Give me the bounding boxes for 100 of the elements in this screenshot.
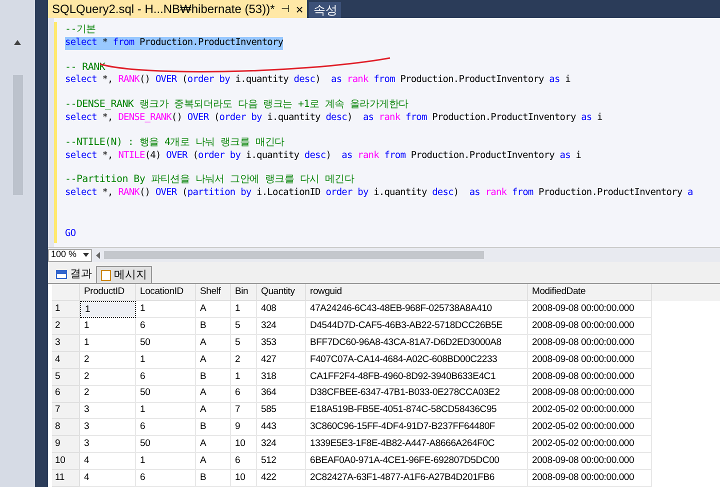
row-header[interactable]: 9	[52, 436, 80, 454]
table-cell: BFF7DC60-96A8-43CA-81A7-D6D2ED3000A8	[306, 334, 528, 352]
table-cell: 422	[257, 470, 306, 487]
code-line: select *, RANK() OVER (partition by i.LocationID order by i.quantity desc) as rank from Production.ProductInventory a	[65, 187, 693, 200]
table-cell: 1	[80, 301, 136, 318]
table-cell: B	[196, 318, 231, 335]
table-cell: 2002-05-02 00:00:00.000	[528, 402, 652, 420]
table-cell: A	[196, 402, 231, 420]
table-cell: E18A519B-FB5E-4051-874C-58CD58436C95	[306, 402, 528, 420]
table-cell: A	[196, 436, 231, 454]
scroll-up-icon[interactable]	[14, 40, 21, 45]
table-cell: 2	[231, 352, 257, 369]
code-line: --DENSE_RANK 랭크가 중복되더라도 다음 랭크는 +1로 계속 올라가게한다	[65, 99, 408, 112]
table-cell: B	[196, 470, 231, 487]
table-cell: 1	[80, 334, 136, 352]
table-cell: 3	[80, 436, 136, 454]
table-cell: 1	[136, 402, 196, 420]
table-cell: 318	[257, 368, 306, 386]
code-line: select *, NTILE(4) OVER (order by i.quantity desc) as rank from Production.ProductInventory as i	[65, 150, 582, 162]
table-cell: 2008-09-08 00:00:00.000	[528, 453, 652, 470]
scroll-left-icon[interactable]	[96, 252, 100, 259]
table-cell: 9	[231, 419, 257, 436]
row-header[interactable]: 10	[52, 453, 80, 470]
table-cell: 408	[257, 301, 306, 318]
table-cell: 1	[80, 318, 136, 335]
close-icon[interactable]: ×	[296, 2, 304, 16]
table-cell: 6	[136, 318, 196, 335]
table-cell: 2008-09-08 00:00:00.000	[528, 470, 652, 487]
code-line: select *, DENSE_RANK() OVER (order by i.quantity desc) as rank from Production.ProductInventory as i	[65, 112, 602, 125]
column-header[interactable]: Quantity	[257, 284, 306, 302]
column-header[interactable]: ModifiedDate	[528, 284, 652, 302]
table-cell: A	[196, 352, 231, 369]
table-cell: 443	[257, 419, 306, 436]
table-cell: B	[196, 419, 231, 436]
table-cell: 324	[257, 436, 306, 454]
table-cell: 1	[231, 368, 257, 386]
code-line: GO	[65, 228, 76, 241]
table-cell: 6	[136, 470, 196, 487]
table-cell: 1	[136, 453, 196, 470]
table-cell: 4	[80, 470, 136, 487]
table-cell: 6	[136, 419, 196, 436]
table-cell: 2002-05-02 00:00:00.000	[528, 436, 652, 454]
table-cell: 1339E5E3-1F8E-4B82-A447-A8666A264F0C	[306, 436, 528, 454]
column-header[interactable]: Shelf	[196, 284, 231, 302]
table-cell: 50	[136, 436, 196, 454]
table-cell: 353	[257, 334, 306, 352]
table-cell: 2008-09-08 00:00:00.000	[528, 368, 652, 386]
row-header[interactable]: 6	[52, 386, 80, 403]
code-line: --기본	[65, 24, 96, 37]
scrollbar-thumb[interactable]	[12, 75, 22, 195]
row-header[interactable]: 11	[52, 470, 80, 487]
table-cell: 5	[231, 318, 257, 335]
row-header[interactable]: 4	[52, 352, 80, 369]
table-cell: 10	[231, 436, 257, 454]
table-cell: 6BEAF0A0-971A-4CE1-96FE-692807D5DC00	[306, 453, 528, 470]
table-cell: 364	[257, 386, 306, 403]
row-header[interactable]: 1	[52, 301, 80, 318]
table-cell: 324	[257, 318, 306, 335]
column-header[interactable]: rowguid	[306, 284, 528, 302]
tab-title: SQLQuery2.sql - H...NB₩hibernate (53))*	[52, 1, 275, 18]
row-header[interactable]: 2	[52, 318, 80, 335]
table-cell: 427	[257, 352, 306, 369]
table-cell: 2	[80, 368, 136, 386]
table-cell: 50	[136, 386, 196, 403]
tab-title: 속성	[313, 2, 338, 19]
code-line: select *, RANK() OVER (order by i.quantity desc) as rank from Production.ProductInventory as i	[65, 74, 570, 88]
row-header[interactable]: 5	[52, 368, 80, 386]
column-header[interactable]: LocationID	[136, 284, 196, 302]
table-cell: 5	[231, 334, 257, 352]
table-cell: 2C82427A-63F1-4877-A1F6-A27B4D201FB6	[306, 470, 528, 487]
zoom-dropdown[interactable]: 100 %	[48, 248, 92, 262]
row-header[interactable]: 7	[52, 402, 80, 420]
table-cell: D4544D7D-CAF5-46B3-AB22-5718DCC26B5E	[306, 318, 528, 335]
document-tab[interactable]: SQLQuery2.sql - H...NB₩hibernate (53))* ⊣ ×	[48, 0, 308, 18]
table-cell: 2002-05-02 00:00:00.000	[528, 419, 652, 436]
table-cell: 1	[231, 301, 257, 318]
code-line: --NTILE(N) : 행을 4개로 나눠 랭크를 매긴다	[65, 136, 284, 150]
horizontal-scrollbar-thumb[interactable]	[104, 251, 484, 260]
table-cell: A	[196, 386, 231, 403]
result-tab[interactable]: 메시지	[96, 266, 152, 284]
document-icon	[101, 270, 111, 281]
document-tab[interactable]: 속성	[309, 2, 342, 18]
row-header[interactable]: 8	[52, 419, 80, 436]
table-cell: 2008-09-08 00:00:00.000	[528, 352, 652, 369]
row-header[interactable]: 3	[52, 334, 80, 352]
table-cell: 50	[136, 334, 196, 352]
table-cell: 4	[80, 453, 136, 470]
pin-icon[interactable]: ⊣	[280, 2, 290, 16]
table-cell: A	[196, 334, 231, 352]
column-header[interactable]: Bin	[231, 284, 257, 302]
table-cell: 1	[136, 352, 196, 369]
table-cell: 7	[231, 402, 257, 420]
table-cell: 2	[80, 352, 136, 369]
table-cell: 1	[136, 301, 196, 318]
table-cell: 6	[231, 453, 257, 470]
table-cell: 3	[80, 419, 136, 436]
table-cell: F407C07A-CA14-4684-A02C-608BD00C2233	[306, 352, 528, 369]
table-cell: 10	[231, 470, 257, 487]
code-editor[interactable]	[48, 18, 720, 248]
code-line: -- RANK	[65, 62, 106, 74]
